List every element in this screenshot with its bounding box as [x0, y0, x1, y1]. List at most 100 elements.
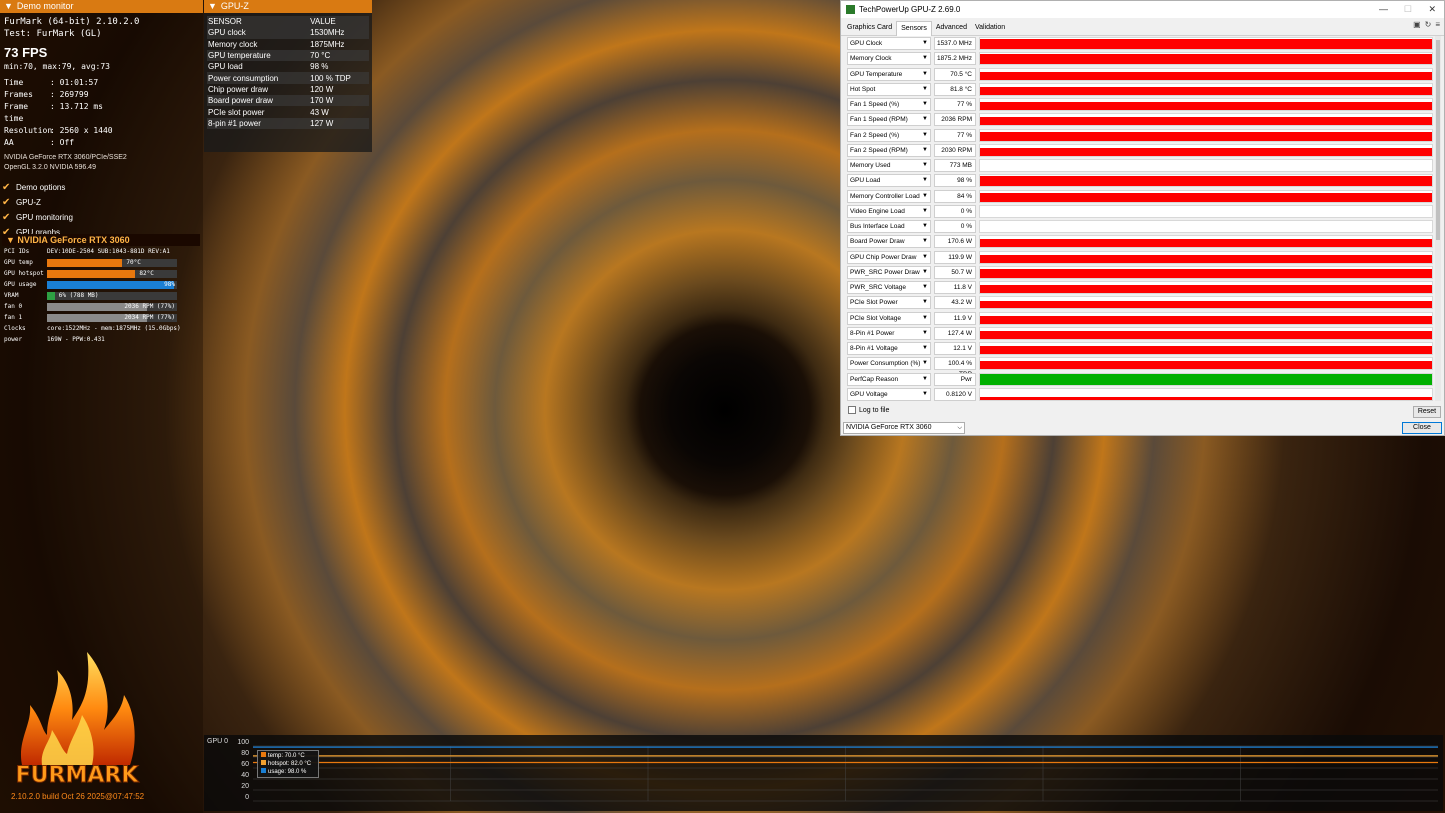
log-to-file-checkbox[interactable]: [848, 406, 856, 414]
sensor-row: 8-Pin #1 Voltage ▼ 12.1 V: [847, 341, 1437, 356]
legend-item: temp: 70.0 °C: [261, 752, 315, 760]
sensor-graph-fill: [980, 269, 1432, 278]
sensor-row: Fan 2 Speed (%) ▼ 77 %: [847, 128, 1437, 143]
sensor-row: Board Power Draw ▼ 170.6 W: [847, 234, 1437, 249]
sensor-name-dropdown[interactable]: Memory Clock ▼: [847, 52, 931, 66]
sensor-name-dropdown[interactable]: Fan 2 Speed (%) ▼: [847, 128, 931, 142]
stat-row: Frames: 269799: [4, 89, 199, 101]
sensor-graph: [979, 250, 1433, 264]
sensor-graph-fill: [980, 315, 1432, 324]
clocks-label: Clocks: [4, 325, 26, 332]
sensor-value: 2036 RPM: [934, 113, 976, 127]
gpu-stat-bar: 2036 RPM (77%): [47, 302, 177, 311]
sensor-value: 11.9 V: [934, 311, 976, 325]
sensor-name-dropdown[interactable]: Video Engine Load ▼: [847, 204, 931, 218]
gpuz-titlebar[interactable]: TechPowerUp GPU-Z 2.69.0 — ☐ ✕: [841, 1, 1444, 18]
sensor-name-dropdown[interactable]: Fan 1 Speed (RPM) ▼: [847, 113, 931, 127]
sensor-graph-fill: [980, 331, 1432, 339]
chevron-down-icon: ▼: [922, 253, 928, 260]
sensor-name: Memory Controller Load: [850, 192, 920, 200]
sensor-name-dropdown[interactable]: 8-Pin #1 Power ▼: [847, 326, 931, 340]
sensor-name: Memory Used: [850, 162, 891, 170]
checkmark-icon[interactable]: ✔: [2, 195, 16, 210]
maximize-icon[interactable]: ☐: [1404, 4, 1412, 15]
refresh-icon[interactable]: ↻: [1425, 20, 1432, 29]
reset-button[interactable]: Reset: [1413, 406, 1441, 418]
sensor-row: Memory Used ▼ 773 MB: [847, 158, 1437, 173]
chevron-down-icon: ▼: [922, 162, 928, 169]
legend-item: usage: 98.0 %: [261, 768, 315, 776]
option-checkbox-row[interactable]: ✔ Demo options: [0, 180, 203, 195]
sensor-value: Pwr: [934, 372, 976, 386]
tab-validation[interactable]: Validation: [971, 21, 1009, 36]
sensor-name-dropdown[interactable]: Memory Used ▼: [847, 159, 931, 173]
scrollbar-thumb[interactable]: [1436, 40, 1440, 240]
menu-icon[interactable]: ≡: [1435, 20, 1440, 29]
camera-icon[interactable]: ▣: [1413, 20, 1421, 29]
gpuz-overlay-header[interactable]: ▼ GPU-Z: [204, 0, 372, 13]
sensor-graph: [979, 143, 1433, 157]
option-checkbox-row[interactable]: ✔ GPU monitoring: [0, 210, 203, 225]
sensor-name-dropdown[interactable]: GPU Clock ▼: [847, 37, 931, 51]
sensor-value: 81.8 °C: [934, 82, 976, 96]
sensor-name-dropdown[interactable]: GPU Voltage ▼: [847, 387, 931, 401]
sensor-scrollbar[interactable]: [1435, 36, 1441, 401]
sensor-name-dropdown[interactable]: Hot Spot ▼: [847, 82, 931, 96]
sensor-graph: [979, 326, 1433, 340]
checkmark-icon[interactable]: ✔: [2, 210, 16, 225]
sensor-row: GPU Clock ▼ 1537.0 MHz: [847, 36, 1437, 51]
sensor-name-dropdown[interactable]: PWR_SRC Voltage ▼: [847, 281, 931, 295]
tab-graphics-card[interactable]: Graphics Card: [843, 21, 896, 36]
legend-label: usage: 98.0 %: [268, 769, 307, 775]
overlay-sensor-row: PCIe slot power 43 W: [207, 106, 369, 117]
sensor-name-dropdown[interactable]: Bus Interface Load ▼: [847, 220, 931, 234]
checkmark-icon[interactable]: ✔: [2, 180, 16, 195]
sensor-graph-fill: [980, 238, 1432, 248]
option-checkbox-row[interactable]: ✔ GPU-Z: [0, 195, 203, 210]
sensor-name-dropdown[interactable]: PerfCap Reason ▼: [847, 372, 931, 386]
overlay-sensor-value: 1530MHz: [309, 27, 369, 39]
sensor-row: Fan 2 Speed (RPM) ▼ 2030 RPM: [847, 143, 1437, 158]
sensor-row: GPU Temperature ▼ 70.5 °C: [847, 67, 1437, 82]
chevron-down-icon: ▼: [922, 329, 928, 336]
sensor-name: Fan 2 Speed (RPM): [850, 146, 908, 154]
sensor-name-dropdown[interactable]: PCIe Slot Voltage ▼: [847, 311, 931, 325]
gpu-panel-header[interactable]: ▼ NVIDIA GeForce RTX 3060: [2, 234, 200, 246]
gpu-stat-row: fan 0 2036 RPM (77%): [2, 301, 200, 312]
gpu-stat-row: VRAM 6% (788 MB): [2, 290, 200, 301]
chevron-down-icon: ▼: [922, 40, 928, 47]
tab-advanced[interactable]: Advanced: [932, 21, 971, 36]
sensor-name-dropdown[interactable]: Board Power Draw ▼: [847, 235, 931, 249]
sensor-name-dropdown[interactable]: GPU Load ▼: [847, 174, 931, 188]
close-icon[interactable]: ✕: [1428, 4, 1436, 15]
sensor-name-dropdown[interactable]: GPU Chip Power Draw ▼: [847, 250, 931, 264]
sensor-name-dropdown[interactable]: GPU Temperature ▼: [847, 67, 931, 81]
sensor-name-dropdown[interactable]: PWR_SRC Power Draw ▼: [847, 265, 931, 279]
sensor-name-dropdown[interactable]: PCIe Slot Power ▼: [847, 296, 931, 310]
chevron-down-icon: ▼: [922, 345, 928, 352]
sensor-name-dropdown[interactable]: Fan 2 Speed (RPM) ▼: [847, 143, 931, 157]
overlay-sensor-name: Board power draw: [207, 95, 310, 107]
tab-sensors[interactable]: Sensors: [896, 21, 932, 36]
log-to-file-row[interactable]: Log to file: [848, 406, 889, 414]
sensor-name: GPU Chip Power Draw: [850, 253, 917, 261]
legend-swatch: [261, 752, 266, 757]
chevron-down-icon: ▼: [922, 116, 928, 123]
sensor-name-dropdown[interactable]: Power Consumption (%) ▼: [847, 357, 931, 371]
demo-monitor-header[interactable]: ▼ Demo monitor: [0, 0, 203, 13]
sensor-name-dropdown[interactable]: Fan 1 Speed (%) ▼: [847, 98, 931, 112]
minimize-icon[interactable]: —: [1379, 4, 1388, 14]
close-button[interactable]: Close: [1402, 422, 1442, 434]
gpu-stat-value: 82°C: [139, 269, 154, 277]
sensor-graph-fill: [980, 101, 1432, 111]
sensor-graph: [979, 174, 1433, 188]
sensor-name-dropdown[interactable]: 8-Pin #1 Voltage ▼: [847, 342, 931, 356]
overlay-sensor-name: 8-pin #1 power: [207, 117, 310, 129]
sensor-name: GPU Load: [850, 177, 881, 185]
sensor-name-dropdown[interactable]: Memory Controller Load ▼: [847, 189, 931, 203]
sensor-graph-fill: [980, 300, 1432, 309]
option-label: Demo options: [16, 183, 66, 192]
gpu-select-dropdown[interactable]: NVIDIA GeForce RTX 3060 ⌵: [843, 422, 965, 434]
sensor-row: GPU Voltage ▼ 0.8120 V: [847, 387, 1437, 402]
sensor-row: PerfCap Reason ▼ Pwr: [847, 372, 1437, 387]
